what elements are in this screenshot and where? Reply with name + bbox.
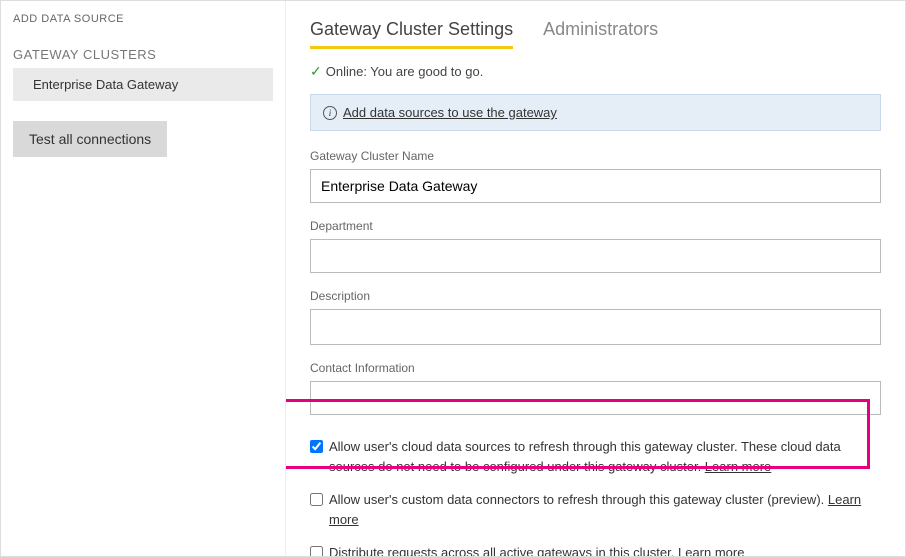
add-data-sources-link[interactable]: Add data sources to use the gateway xyxy=(343,105,557,120)
tab-administrators[interactable]: Administrators xyxy=(543,19,658,49)
add-data-source-link[interactable]: ADD DATA SOURCE xyxy=(13,13,273,25)
tab-gateway-settings[interactable]: Gateway Cluster Settings xyxy=(310,19,513,49)
input-department[interactable] xyxy=(310,239,881,273)
learn-more-cloud[interactable]: Learn more xyxy=(705,459,771,474)
cluster-item-enterprise[interactable]: Enterprise Data Gateway xyxy=(13,68,273,101)
label-department: Department xyxy=(310,219,881,233)
checkbox-custom-connectors[interactable] xyxy=(310,493,323,506)
info-bar: i Add data sources to use the gateway xyxy=(310,94,881,131)
input-cluster-name[interactable] xyxy=(310,169,881,203)
checkbox-row-custom: Allow user's custom data connectors to r… xyxy=(310,490,881,529)
checkbox-row-distribute: Distribute requests across all active ga… xyxy=(310,543,881,556)
checkbox-cloud-label: Allow user's cloud data sources to refre… xyxy=(329,437,881,476)
gateway-clusters-heading: GATEWAY CLUSTERS xyxy=(13,47,273,62)
label-description: Description xyxy=(310,289,881,303)
tabs: Gateway Cluster Settings Administrators xyxy=(310,19,881,49)
checkbox-cloud-sources[interactable] xyxy=(310,440,323,453)
label-contact: Contact Information xyxy=(310,361,881,375)
sidebar: ADD DATA SOURCE GATEWAY CLUSTERS Enterpr… xyxy=(1,1,286,556)
learn-more-distribute[interactable]: Learn more xyxy=(678,545,744,556)
checkbox-custom-label: Allow user's custom data connectors to r… xyxy=(329,490,881,529)
info-icon: i xyxy=(323,106,337,120)
test-all-connections-button[interactable]: Test all connections xyxy=(13,121,167,157)
label-cluster-name: Gateway Cluster Name xyxy=(310,149,881,163)
checkbox-distribute[interactable] xyxy=(310,546,323,556)
status-text: Online: You are good to go. xyxy=(326,64,484,79)
input-contact[interactable] xyxy=(310,381,881,415)
input-description[interactable] xyxy=(310,309,881,345)
checkbox-distribute-label: Distribute requests across all active ga… xyxy=(329,543,744,556)
status-row: ✓ Online: You are good to go. xyxy=(310,63,881,80)
check-icon: ✓ xyxy=(310,63,322,80)
main-panel: Gateway Cluster Settings Administrators … xyxy=(286,1,905,556)
checkbox-row-cloud: Allow user's cloud data sources to refre… xyxy=(310,437,881,476)
